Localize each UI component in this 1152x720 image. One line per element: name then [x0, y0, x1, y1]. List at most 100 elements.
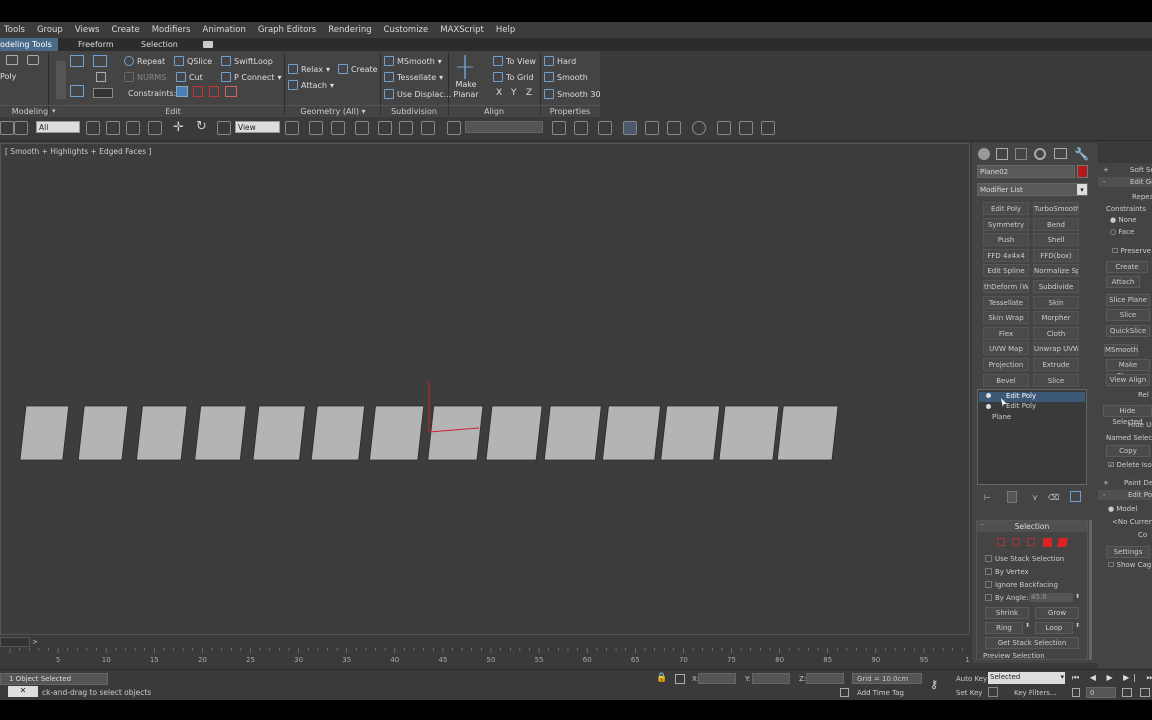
- ribbon-toggle-icon[interactable]: [203, 41, 213, 48]
- spinner-snap-icon[interactable]: [421, 121, 435, 135]
- maxscript-listener[interactable]: ✕: [8, 686, 38, 697]
- plane-polygon[interactable]: [718, 405, 780, 461]
- angle-field[interactable]: 45.0: [1029, 593, 1073, 602]
- link-icon[interactable]: [0, 121, 14, 135]
- create-tab-icon[interactable]: [978, 148, 990, 160]
- plane-polygon[interactable]: [776, 405, 839, 461]
- constraint-normal-icon[interactable]: [225, 86, 237, 97]
- constraint-face-radio[interactable]: ○ Face: [1110, 228, 1134, 236]
- key-mode-dropdown[interactable]: Selected ▾: [988, 672, 1065, 684]
- relax-button[interactable]: Rel: [1138, 391, 1149, 399]
- edge-mode-icon[interactable]: [27, 55, 39, 65]
- copy-button[interactable]: Copy: [1106, 445, 1150, 457]
- tab-selection[interactable]: Selection: [135, 38, 184, 51]
- time-tag-icon[interactable]: [840, 688, 849, 697]
- modifier-button-cloth[interactable]: Cloth: [1033, 326, 1079, 340]
- time-config-icon[interactable]: [1122, 688, 1132, 697]
- select-icon[interactable]: [70, 55, 84, 67]
- modifier-button-bevel[interactable]: Bevel: [983, 373, 1029, 387]
- group-geometry-label[interactable]: Geometry (All) ▾: [286, 105, 380, 116]
- angle-snap-icon[interactable]: [378, 121, 392, 135]
- modifier-button-thdeform-ws[interactable]: thDeform (WS: [983, 280, 1029, 293]
- snap-toggle-icon[interactable]: [355, 121, 369, 135]
- create-button[interactable]: Create: [1106, 261, 1148, 273]
- current-frame-field[interactable]: 0: [1086, 687, 1116, 698]
- settings-button[interactable]: Settings: [1106, 546, 1150, 558]
- paint-deformation-rollout[interactable]: Paint De: [1124, 479, 1152, 487]
- use-displace-button[interactable]: Use Displac...: [384, 88, 451, 100]
- make-planar-button[interactable]: Make Planar: [452, 80, 480, 100]
- modifier-button-edit-spline[interactable]: Edit Spline: [983, 264, 1029, 278]
- modeling-dropdown-icon[interactable]: ▾: [52, 107, 56, 115]
- delete-isolated-checkbox[interactable]: ☑ Delete Iso: [1108, 461, 1152, 469]
- menu-animation[interactable]: Animation: [199, 25, 254, 35]
- rect-selection-icon[interactable]: [126, 121, 140, 135]
- menu-views[interactable]: Views: [71, 25, 108, 35]
- unlink-icon[interactable]: [14, 121, 28, 135]
- make-unique-icon[interactable]: ⋎: [1032, 493, 1038, 502]
- selection-filter-dropdown[interactable]: All: [36, 121, 80, 133]
- percent-snap-icon[interactable]: [399, 121, 413, 135]
- material-editor-icon[interactable]: [692, 121, 706, 135]
- shrink-icon[interactable]: [96, 72, 106, 82]
- loop-spinner-icon[interactable]: ⬍: [1075, 622, 1080, 629]
- view-align-button[interactable]: View Align: [1106, 374, 1150, 386]
- rotate-icon[interactable]: ↻: [196, 120, 207, 134]
- keyboard-shortcut-icon[interactable]: [331, 121, 345, 135]
- menu-tools[interactable]: Tools: [0, 25, 33, 35]
- menu-rendering[interactable]: Rendering: [324, 25, 379, 35]
- panel-scrollbar[interactable]: [1089, 520, 1092, 660]
- modifier-button-extrude[interactable]: Extrude: [1033, 358, 1079, 371]
- plane-polygon[interactable]: [310, 405, 366, 461]
- bulb-icon[interactable]: [986, 393, 991, 398]
- slice-plane-button[interactable]: Slice Plane: [1106, 294, 1150, 306]
- modifier-button-bend[interactable]: Bend: [1033, 217, 1079, 231]
- plane-polygon[interactable]: [660, 405, 721, 461]
- polygon-level-icon[interactable]: [1043, 538, 1052, 547]
- key-icon[interactable]: ⚷: [930, 678, 938, 691]
- remove-modifier-icon[interactable]: ⌫: [1048, 493, 1059, 502]
- align-x-button[interactable]: X: [496, 87, 502, 99]
- ignore-backfacing-checkbox[interactable]: [985, 581, 992, 588]
- modifier-button-morpher[interactable]: Morpher: [1033, 311, 1079, 325]
- mirror-icon[interactable]: [552, 121, 566, 135]
- msmooth-button[interactable]: MSmooth: [1104, 344, 1138, 356]
- menu-group[interactable]: Group: [33, 25, 71, 35]
- hide-selected-button[interactable]: Hide Selected: [1103, 405, 1152, 426]
- modifier-stack[interactable]: Edit Poly Edit Poly Plane: [977, 389, 1087, 485]
- smooth-button[interactable]: Smooth: [544, 71, 588, 83]
- modifier-button-ffd-box-[interactable]: FFD(box): [1033, 248, 1079, 262]
- tools-column-icon[interactable]: [56, 61, 66, 99]
- menu-customize[interactable]: Customize: [380, 25, 437, 35]
- stack-item-plane[interactable]: Plane: [992, 413, 1011, 421]
- transform-mode-icon[interactable]: [675, 674, 685, 684]
- rendered-frame-icon[interactable]: [739, 121, 753, 135]
- stack-item-edit-poly-top[interactable]: Edit Poly: [1006, 392, 1036, 400]
- shrink-button[interactable]: Shrink: [985, 607, 1029, 619]
- object-name-field[interactable]: Plane02: [977, 165, 1075, 178]
- menu-create[interactable]: Create: [107, 25, 147, 35]
- modifier-button-symmetry[interactable]: Symmetry: [983, 217, 1029, 231]
- plane-polygon[interactable]: [136, 405, 188, 461]
- modify-tab-icon[interactable]: [996, 148, 1008, 160]
- show-cage-checkbox[interactable]: ☐ Show Cag: [1108, 561, 1151, 569]
- next-frame-icon[interactable]: >: [30, 637, 40, 647]
- object-color-swatch[interactable]: [1077, 165, 1088, 178]
- auto-key-button[interactable]: Auto Key: [956, 675, 987, 683]
- lock-icon[interactable]: 🔒: [656, 673, 667, 683]
- collapse-icon[interactable]: -: [1103, 491, 1106, 499]
- select-by-name-icon[interactable]: [106, 121, 120, 135]
- swiftloop-button[interactable]: SwiftLoop: [221, 55, 273, 67]
- border-level-icon[interactable]: [1027, 538, 1035, 546]
- plane-polygon[interactable]: [194, 405, 247, 461]
- ring-button[interactable]: Ring: [985, 622, 1023, 634]
- smooth30-button[interactable]: Smooth 30: [544, 88, 601, 100]
- make-planar-icon[interactable]: [457, 55, 473, 79]
- hierarchy-tab-icon[interactable]: [1015, 148, 1027, 160]
- by-angle-checkbox[interactable]: [985, 594, 992, 601]
- modifier-button-skin[interactable]: Skin: [1033, 295, 1079, 309]
- modifier-button-turbosmooth[interactable]: TurboSmooth: [1033, 202, 1079, 215]
- model-radio[interactable]: ● Model: [1108, 505, 1137, 513]
- stack-item-edit-poly[interactable]: Edit Poly: [1006, 402, 1036, 410]
- soft-selection-rollout[interactable]: Soft Se: [1130, 166, 1152, 174]
